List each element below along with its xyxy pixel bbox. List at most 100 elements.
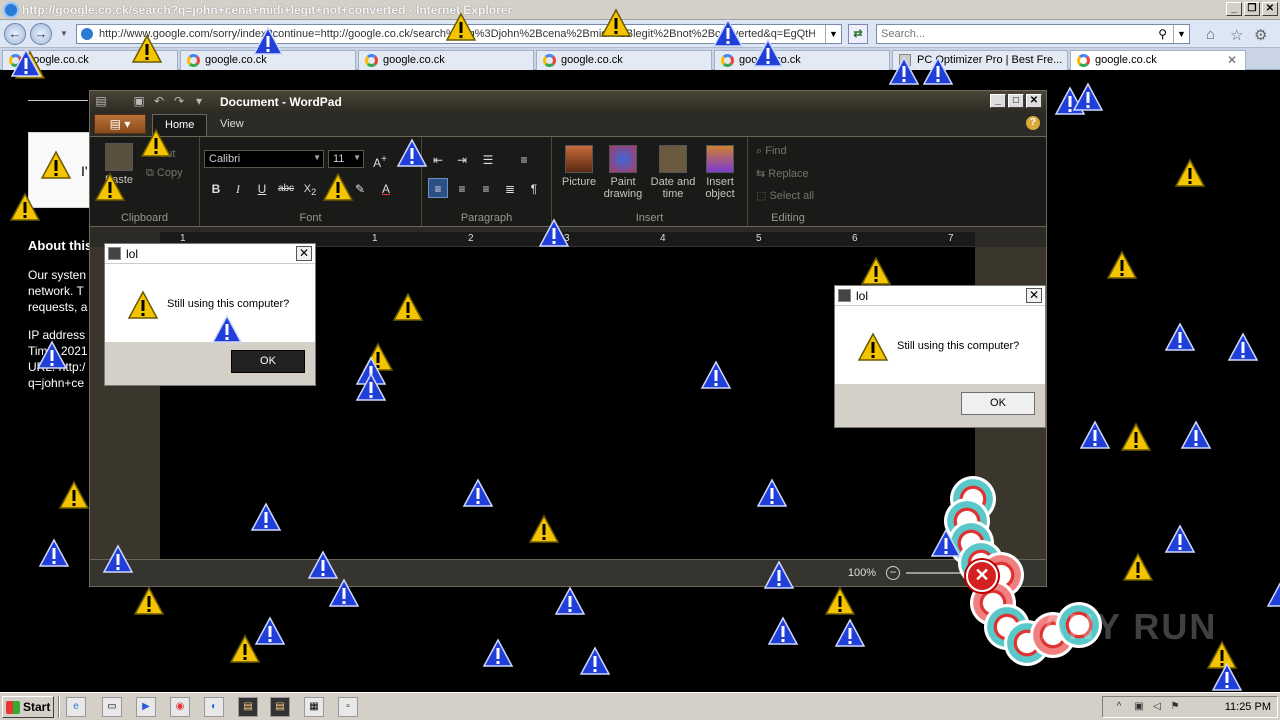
wordpad-titlebar[interactable]: ▤ ▣ ↶ ↷ ▾ Document - WordPad _ □ ✕: [90, 91, 1046, 112]
ie-window-controls: _ ❐ ✕: [1226, 2, 1278, 16]
font-size-select[interactable]: 11 ▼: [328, 150, 364, 168]
show-hidden-icons[interactable]: ^: [1113, 701, 1125, 713]
insert-object-button[interactable]: Insert object: [698, 145, 742, 200]
picture-button[interactable]: Picture: [558, 145, 600, 188]
paint-drawing-button[interactable]: Paint drawing: [600, 145, 646, 200]
find-button[interactable]: ⌕ Find: [756, 145, 787, 158]
address-dropdown-icon[interactable]: ▼: [825, 25, 841, 43]
favorites-star-icon[interactable]: ☆: [1230, 26, 1243, 44]
customize-qat-icon[interactable]: ▾: [192, 94, 206, 108]
chrome-taskbar-icon[interactable]: ◉: [170, 697, 190, 717]
copy-button[interactable]: ⧉ Copy: [146, 167, 183, 180]
clock[interactable]: 11:25 PM: [1225, 701, 1271, 713]
start-label: Start: [23, 700, 51, 714]
align-right-button[interactable]: ≡: [476, 178, 496, 198]
decrease-indent-button[interactable]: ⇤: [428, 149, 448, 169]
application-menu-button[interactable]: ▤ ▾: [94, 114, 146, 134]
align-left-button[interactable]: ≡: [428, 178, 448, 198]
zoom-out-button[interactable]: −: [886, 566, 900, 580]
save-icon[interactable]: ▣: [132, 94, 146, 108]
warning-icon: [860, 256, 892, 286]
google-sorry-page: I' About this Our systen network. T requ…: [28, 100, 98, 420]
justify-button[interactable]: ≣: [500, 178, 520, 198]
select-all-button[interactable]: ⬚ Select all: [756, 189, 814, 202]
line-spacing-button[interactable]: ≡: [514, 149, 534, 169]
strikethrough-button[interactable]: abc: [276, 178, 296, 198]
increase-indent-button[interactable]: ⇥: [452, 149, 472, 169]
blue-warning-icon: [700, 360, 732, 390]
home-icon[interactable]: ⌂: [1206, 26, 1215, 43]
tab-4[interactable]: google.co.ck: [536, 50, 712, 70]
search-icon[interactable]: ⚲: [1158, 27, 1167, 41]
underline-button[interactable]: U: [252, 178, 272, 198]
italic-button[interactable]: I: [228, 178, 248, 198]
subscript-button[interactable]: X2: [300, 178, 320, 198]
anyrun-watermark: ANY RUN: [1040, 606, 1218, 647]
find-label: Find: [765, 145, 787, 157]
ie-taskbar-icon[interactable]: e: [66, 697, 86, 717]
app-taskbar-icon[interactable]: ◐: [204, 697, 224, 717]
network-icon[interactable]: ▣: [1133, 701, 1145, 713]
minimize-button[interactable]: _: [990, 94, 1006, 108]
ok-button[interactable]: OK: [231, 350, 305, 373]
history-dropdown-icon[interactable]: ▼: [60, 29, 68, 38]
close-button[interactable]: ✕: [1026, 94, 1042, 108]
ruler-tick-label: 5: [756, 233, 762, 244]
ie-titlebar[interactable]: http://google.co.ck/search?q=john+cena+m…: [0, 0, 1280, 20]
warning-icon: [133, 586, 165, 616]
font-family-value: Calibri: [209, 153, 241, 165]
grow-font-button[interactable]: A+: [370, 149, 390, 170]
bullets-button[interactable]: ☰: [478, 149, 498, 169]
volume-icon[interactable]: ◁: [1151, 701, 1163, 713]
close-button[interactable]: ✕: [1262, 2, 1278, 16]
help-icon[interactable]: ?: [1026, 116, 1040, 130]
message-taskbar-icon[interactable]: ▫: [338, 697, 358, 717]
close-tab-icon[interactable]: ✕: [1227, 53, 1237, 67]
start-button[interactable]: Start: [2, 696, 54, 718]
search-box[interactable]: ⚲ ▼: [876, 24, 1190, 44]
tab-3[interactable]: google.co.ck: [358, 50, 534, 70]
restore-button[interactable]: ❐: [1244, 2, 1260, 16]
redo-icon[interactable]: ↷: [172, 94, 186, 108]
font-family-select[interactable]: Calibri ▼: [204, 150, 324, 168]
dialog-titlebar[interactable]: lol ✕: [835, 286, 1045, 306]
wordpad-app-icon: ▤: [95, 94, 107, 108]
align-center-button[interactable]: ≡: [452, 178, 472, 198]
tools-gear-icon[interactable]: ⚙: [1254, 26, 1267, 44]
picture-icon: [565, 145, 593, 173]
font-size-value: 11: [333, 153, 345, 165]
wordpad-taskbar-icon[interactable]: ▤: [238, 697, 258, 717]
blue-warning-icon: [462, 478, 494, 508]
date-time-button[interactable]: Date and time: [648, 145, 698, 200]
taskbar-separator: [58, 696, 60, 718]
replace-button[interactable]: ⇆ Replace: [756, 167, 809, 180]
media-player-taskbar-icon[interactable]: ▶: [136, 697, 156, 717]
blue-warning-icon: [930, 528, 962, 558]
refresh-button[interactable]: ⇄: [848, 24, 868, 44]
forward-button[interactable]: →: [30, 23, 52, 45]
insert-group: Picture Paint drawing Date and time Insert…: [552, 137, 748, 226]
search-dropdown-icon[interactable]: ▼: [1173, 25, 1189, 43]
close-button[interactable]: ✕: [1026, 288, 1042, 303]
folder-taskbar-icon[interactable]: ▭: [102, 697, 122, 717]
tab-label: google.co.ck: [561, 54, 623, 66]
wordpad-taskbar-icon[interactable]: ▤: [270, 697, 290, 717]
blue-warning-icon: [38, 538, 70, 568]
copy-label: Copy: [156, 167, 183, 179]
tab-5[interactable]: google.co.ck: [714, 50, 890, 70]
back-button[interactable]: ←: [4, 23, 26, 45]
flag-icon[interactable]: ⚑: [1169, 701, 1181, 713]
tab-7-active[interactable]: google.co.ck ✕: [1070, 50, 1246, 70]
close-button[interactable]: ✕: [296, 246, 312, 261]
tab-view[interactable]: View: [208, 114, 256, 136]
paragraph-dialog-button[interactable]: ¶: [524, 178, 544, 198]
bold-button[interactable]: B: [206, 178, 226, 198]
ok-button[interactable]: OK: [961, 392, 1035, 415]
minimize-button[interactable]: _: [1226, 2, 1242, 16]
font-color-button[interactable]: A: [376, 178, 396, 198]
undo-icon[interactable]: ↶: [152, 94, 166, 108]
calculator-taskbar-icon[interactable]: ▦: [304, 697, 324, 717]
search-input[interactable]: [881, 27, 1151, 41]
dialog-titlebar[interactable]: lol ✕: [105, 244, 315, 264]
maximize-button[interactable]: □: [1008, 94, 1024, 108]
